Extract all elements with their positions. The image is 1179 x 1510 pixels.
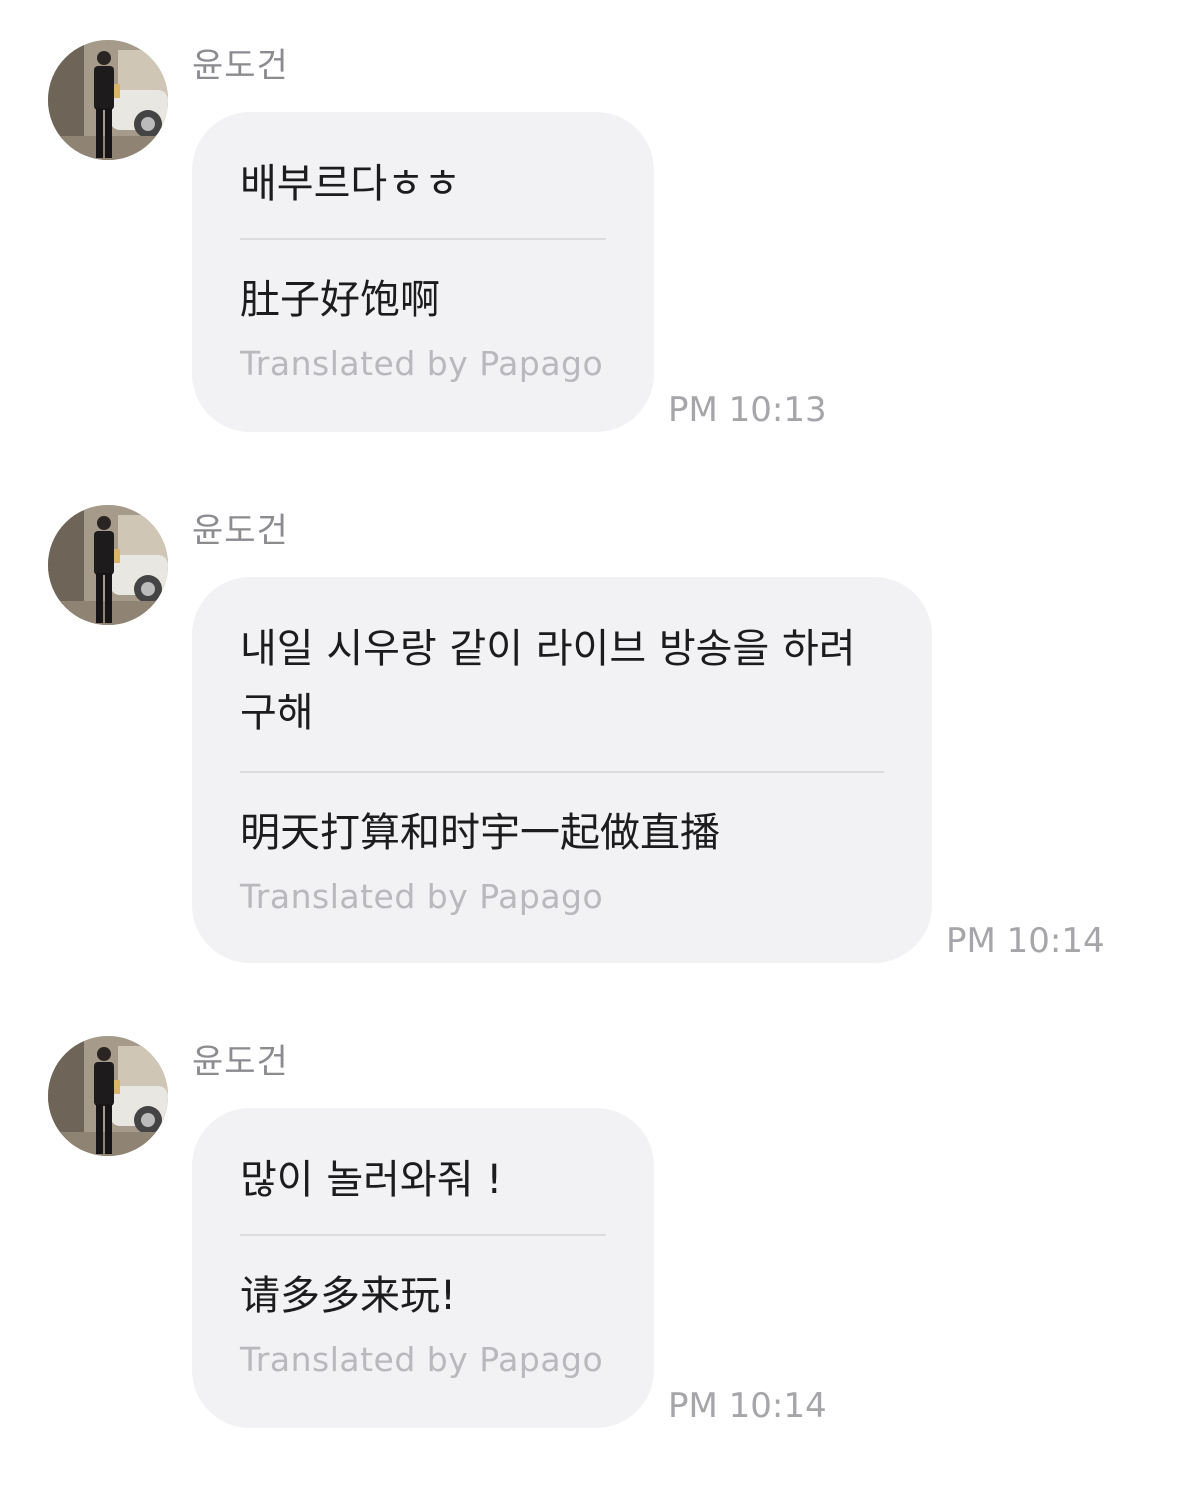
divider — [240, 1234, 606, 1236]
sender-name: 윤도건 — [192, 511, 289, 551]
translation-credit: Translated by Papago — [240, 877, 604, 916]
avatar[interactable] — [48, 1036, 168, 1156]
message-bubble[interactable]: 배부르다ㅎㅎ 肚子好饱啊 Translated by Papago — [192, 112, 654, 432]
timestamp: PM 10:14 — [668, 1386, 827, 1426]
message-bubble[interactable]: 많이 놀러와줘 ! 请多多来玩! Translated by Papago — [192, 1108, 654, 1428]
original-text: 배부르다ㅎㅎ — [240, 161, 461, 207]
original-text: 내일 시우랑 같이 라이브 방송을 하려구해 — [240, 626, 856, 736]
sender-name: 윤도건 — [192, 1042, 289, 1082]
translation-credit: Translated by Papago — [240, 344, 604, 383]
avatar[interactable] — [48, 40, 168, 160]
divider — [240, 238, 606, 240]
sender-name: 윤도건 — [192, 46, 289, 86]
translated-text: 肚子好饱啊 — [240, 277, 440, 323]
original-text: 많이 놀러와줘 ! — [240, 1157, 503, 1203]
message-bubble[interactable]: 내일 시우랑 같이 라이브 방송을 하려구해 明天打算和时宇一起做直播 Tran… — [192, 577, 932, 963]
translation-credit: Translated by Papago — [240, 1340, 604, 1379]
translated-text: 请多多来玩! — [240, 1273, 457, 1319]
timestamp: PM 10:13 — [668, 390, 827, 430]
divider — [240, 771, 884, 773]
avatar[interactable] — [48, 505, 168, 625]
timestamp: PM 10:14 — [946, 921, 1105, 961]
translated-text: 明天打算和时宇一起做直播 — [240, 810, 720, 856]
